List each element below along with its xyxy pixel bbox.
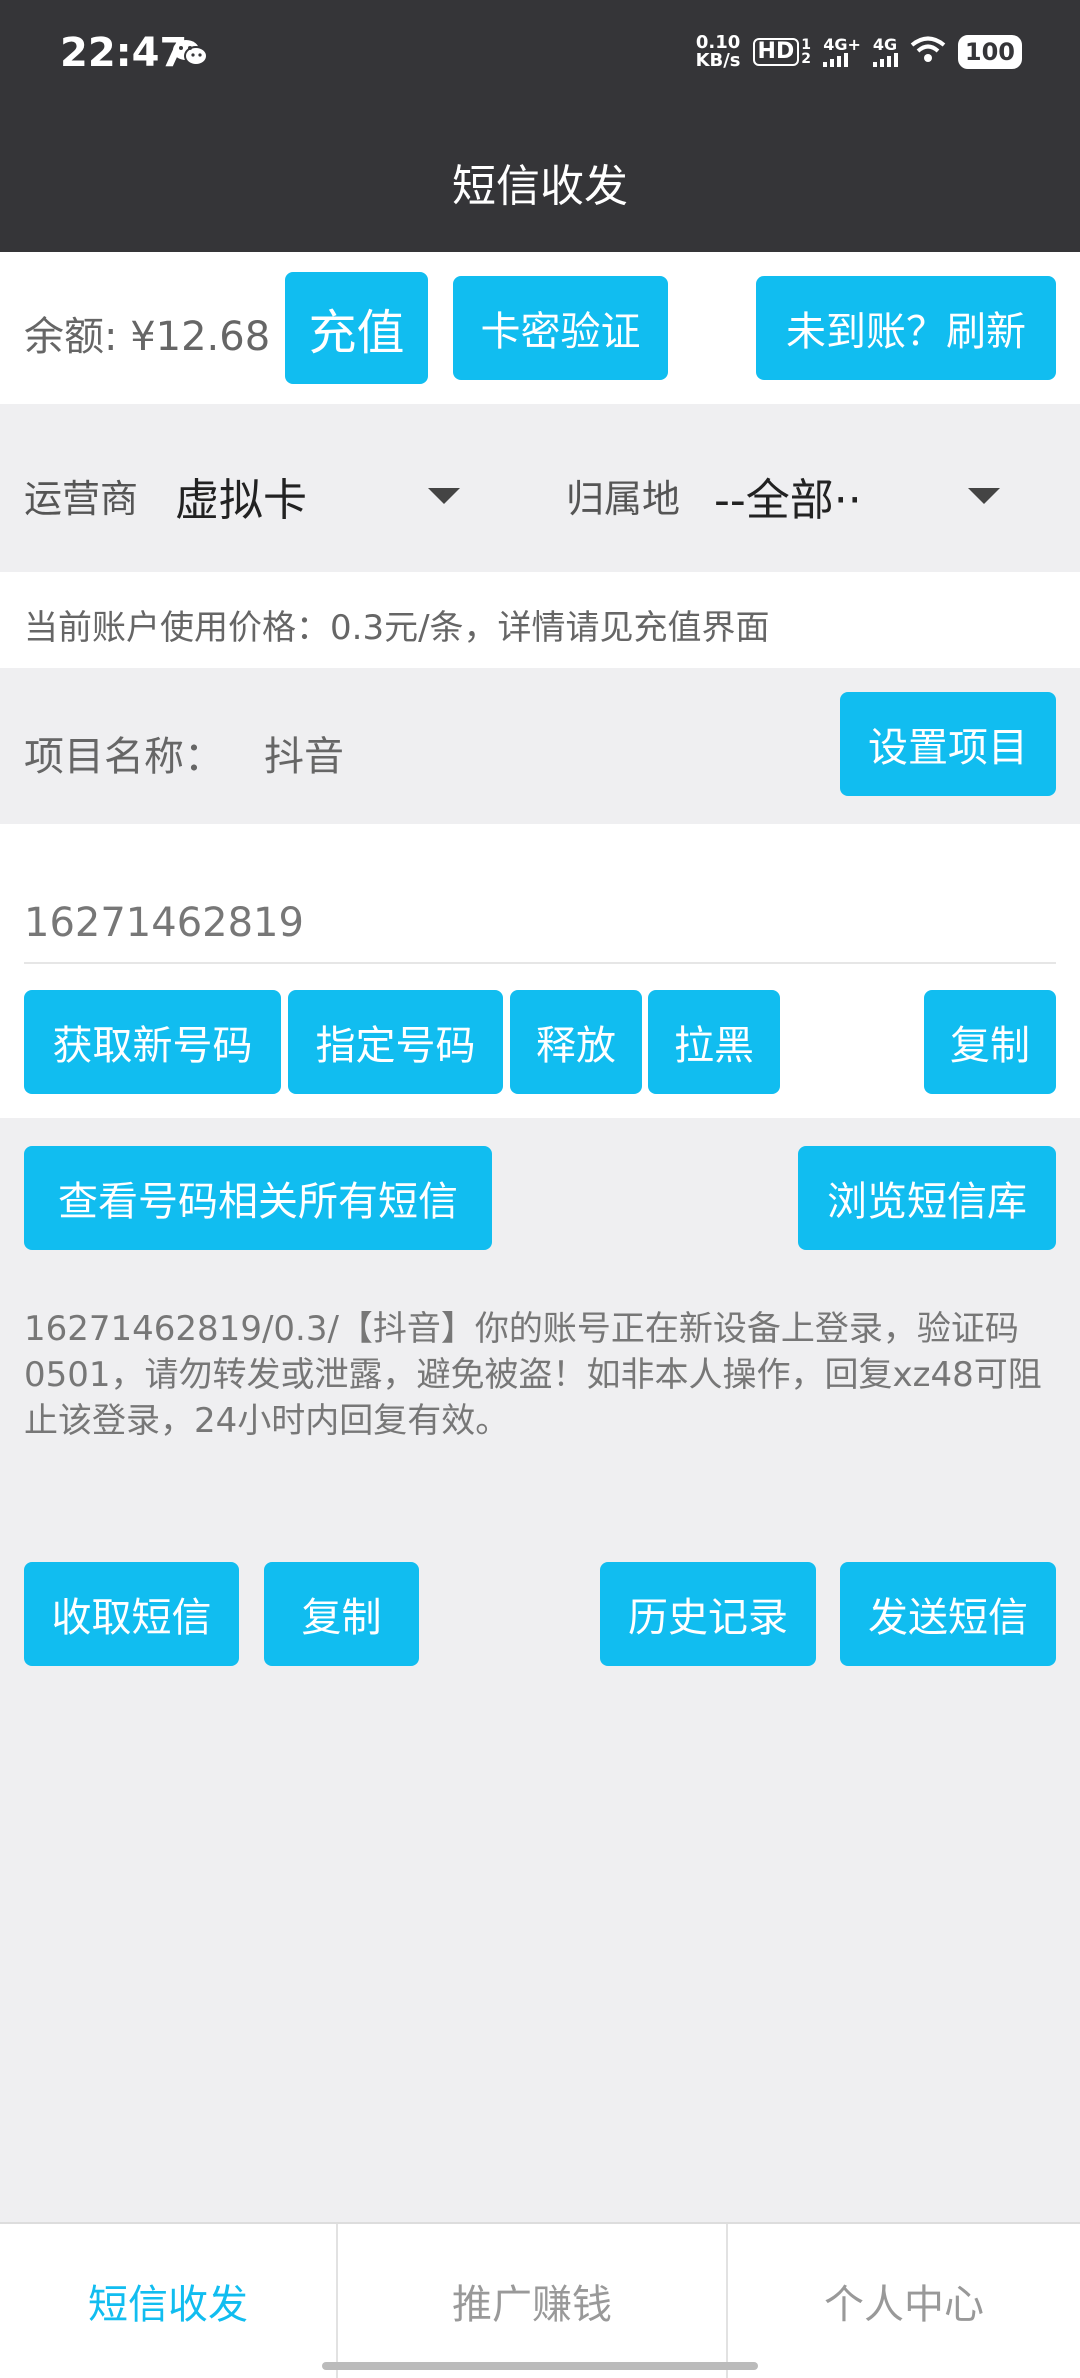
signal-2-icon: 4G bbox=[872, 35, 898, 67]
browse-sms-library-button[interactable]: 浏览短信库 bbox=[798, 1146, 1056, 1250]
release-button[interactable]: 释放 bbox=[510, 990, 642, 1094]
phone-number-field[interactable]: 16271462819 bbox=[24, 880, 1056, 964]
home-indicator[interactable] bbox=[322, 2362, 758, 2370]
receive-sms-button[interactable]: 收取短信 bbox=[24, 1562, 239, 1666]
refresh-button[interactable]: 未到账？刷新 bbox=[756, 276, 1056, 380]
card-verify-button[interactable]: 卡密验证 bbox=[453, 276, 668, 380]
hd-icon: HD bbox=[752, 38, 800, 66]
project-label: 项目名称： bbox=[24, 734, 224, 780]
location-value: --全部·· bbox=[714, 475, 862, 526]
project-value: 抖音 bbox=[264, 734, 344, 780]
signal-1-label: 4G+ bbox=[823, 35, 861, 54]
nav-item-profile[interactable]: 个人中心 bbox=[728, 2224, 1080, 2378]
chevron-down-icon bbox=[428, 488, 460, 504]
balance-text: 余额: ¥12.68 bbox=[24, 314, 271, 360]
view-all-sms-button[interactable]: 查看号码相关所有短信 bbox=[24, 1146, 492, 1250]
copy-sms-button[interactable]: 复制 bbox=[264, 1562, 419, 1666]
send-sms-button[interactable]: 发送短信 bbox=[840, 1562, 1056, 1666]
nav-item-promote[interactable]: 推广赚钱 bbox=[338, 2224, 726, 2378]
bottom-nav: 短信收发 推广赚钱 个人中心 bbox=[0, 2222, 1080, 2378]
wifi-icon bbox=[910, 36, 946, 68]
phone-number-value: 16271462819 bbox=[24, 900, 304, 946]
operator-value: 虚拟卡 bbox=[175, 475, 307, 526]
status-time: 22:47 bbox=[60, 30, 188, 76]
net-speed: 0.10 KB/s bbox=[696, 34, 741, 70]
nav-item-sms[interactable]: 短信收发 bbox=[0, 2224, 336, 2378]
recharge-button[interactable]: 充值 bbox=[285, 272, 428, 384]
battery-icon: 100 bbox=[957, 35, 1022, 69]
operator-select[interactable]: 虚拟卡 bbox=[170, 450, 470, 540]
page-title: 短信收发 bbox=[452, 161, 628, 212]
get-new-number-button[interactable]: 获取新号码 bbox=[24, 990, 281, 1094]
status-icons: 0.10 KB/s HD 1 2 4G+ 4G 100 bbox=[696, 34, 1022, 70]
wechat-icon bbox=[172, 38, 208, 68]
location-select[interactable]: --全部·· bbox=[710, 450, 1020, 540]
signal-2-label: 4G bbox=[872, 35, 898, 54]
sms-message: 16271462819/0.3/【抖音】你的账号正在新设备上登录，验证码0501… bbox=[24, 1309, 1042, 1441]
copy-number-button[interactable]: 复制 bbox=[924, 990, 1056, 1094]
set-project-button[interactable]: 设置项目 bbox=[840, 692, 1056, 796]
chevron-down-icon bbox=[968, 488, 1000, 504]
location-label: 归属地 bbox=[566, 477, 681, 521]
history-button[interactable]: 历史记录 bbox=[600, 1562, 816, 1666]
price-note: 当前账户使用价格：0.3元/条，详情请见充值界面 bbox=[24, 608, 770, 648]
specify-number-button[interactable]: 指定号码 bbox=[288, 990, 503, 1094]
hd-sub: 1 2 bbox=[801, 37, 811, 67]
net-speed-unit: KB/s bbox=[695, 50, 741, 71]
blacklist-button[interactable]: 拉黑 bbox=[648, 990, 780, 1094]
operator-label: 运营商 bbox=[24, 477, 139, 521]
signal-1-icon: 4G+ bbox=[823, 37, 861, 67]
hd-indicator: HD 1 2 bbox=[752, 37, 812, 67]
